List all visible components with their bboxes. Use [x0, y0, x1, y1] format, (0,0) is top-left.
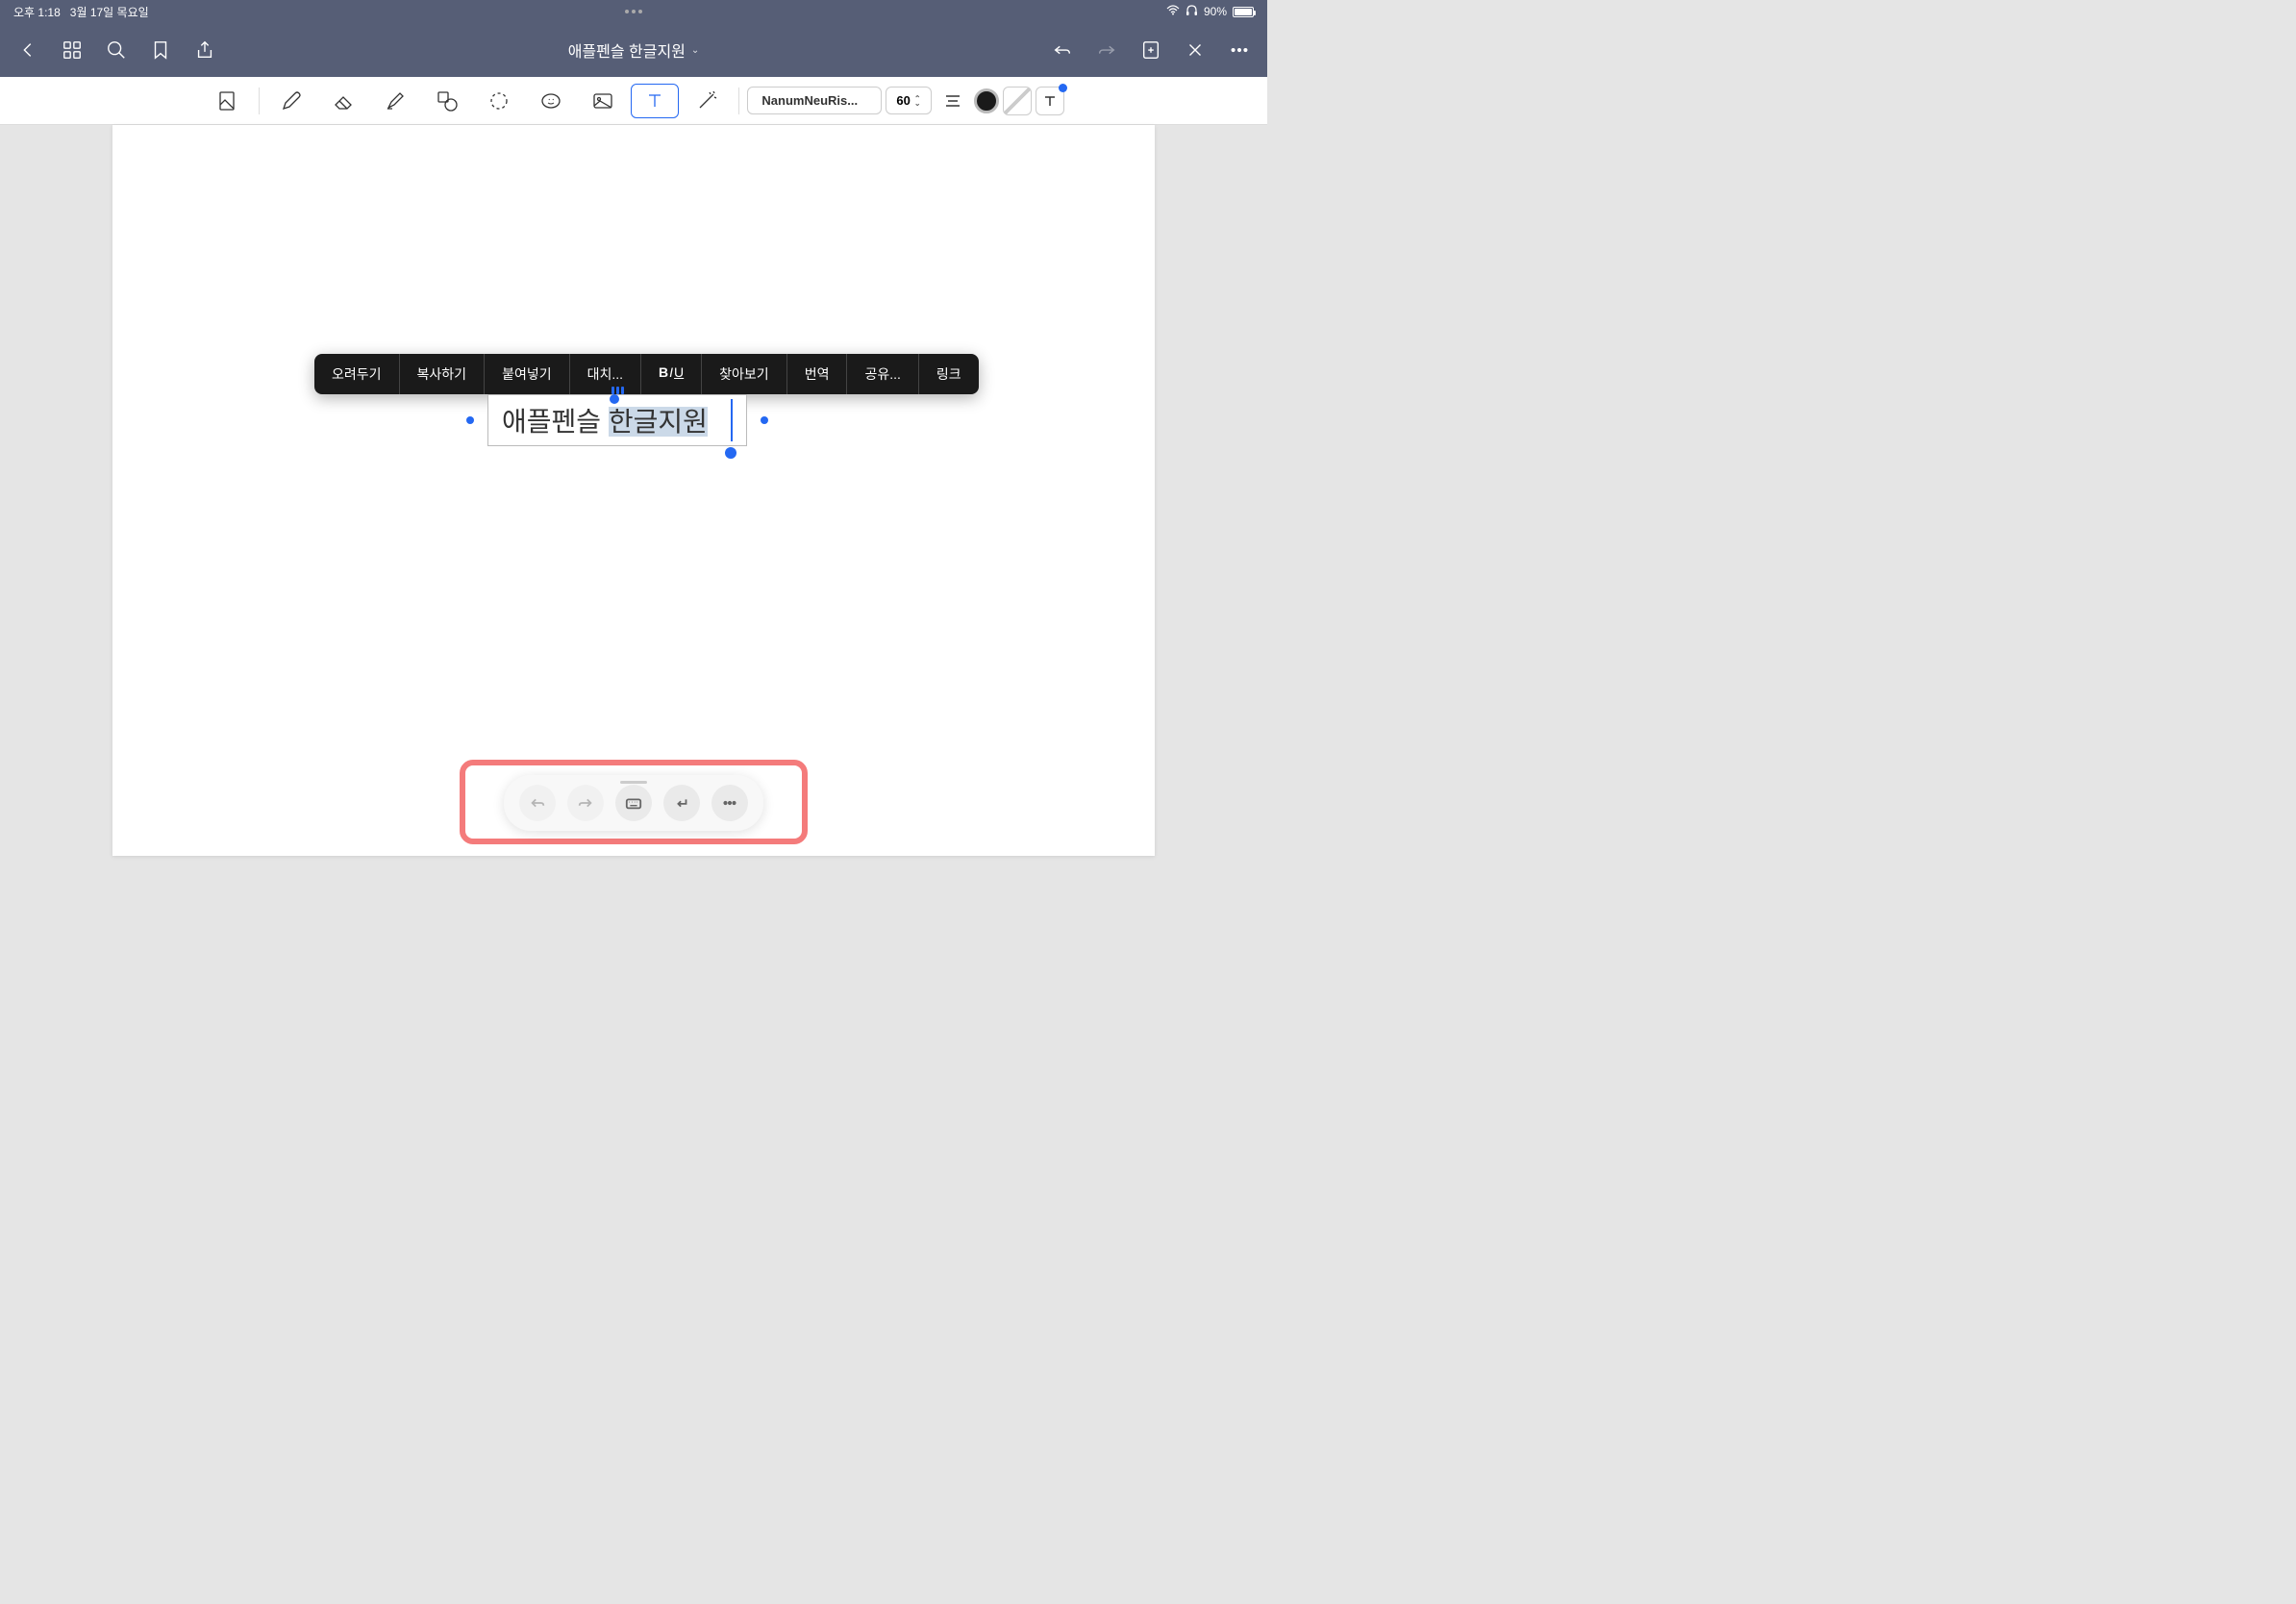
image-tool[interactable] [579, 84, 627, 118]
align-button[interactable] [936, 84, 970, 118]
multitask-dots[interactable] [625, 10, 642, 13]
grid-view-button[interactable] [62, 39, 83, 61]
canvas-area[interactable]: 오려두기 복사하기 붙여넣기 대치... BIU 찾아보기 번역 공유... 링… [0, 125, 1267, 883]
ctx-paste[interactable]: 붙여넣기 [485, 354, 570, 394]
selection-handle-end[interactable] [725, 447, 736, 459]
lasso-tool[interactable] [475, 84, 523, 118]
nav-bar: 애플펜슬 한글지원 ⌄ [0, 23, 1267, 77]
scribble-redo-button[interactable] [567, 785, 604, 821]
return-button[interactable] [663, 785, 700, 821]
scribble-toolbar[interactable] [504, 775, 763, 831]
highlighter-tool[interactable] [371, 84, 419, 118]
redo-button[interactable] [1096, 39, 1117, 61]
selection-handle-start[interactable] [610, 394, 619, 404]
divider [738, 88, 739, 114]
bg-color-swatch[interactable] [1003, 87, 1032, 115]
ctx-share[interactable]: 공유... [847, 354, 918, 394]
back-button[interactable] [17, 39, 38, 61]
add-page-button[interactable] [1140, 39, 1161, 61]
ctx-translate[interactable]: 번역 [787, 354, 848, 394]
resize-handle-right[interactable] [761, 416, 768, 424]
textbox-container[interactable]: 애플펜슬 한글지원 [487, 394, 747, 446]
search-button[interactable] [106, 39, 127, 61]
close-button[interactable] [1185, 39, 1206, 61]
wifi-icon [1166, 5, 1180, 18]
ctx-link[interactable]: 링크 [919, 354, 979, 394]
sticker-tool[interactable] [527, 84, 575, 118]
highlight-annotation [460, 760, 808, 844]
eraser-tool[interactable] [319, 84, 367, 118]
bookmark-button[interactable] [150, 39, 171, 61]
ctx-lookup[interactable]: 찾아보기 [702, 354, 787, 394]
shape-tool[interactable] [423, 84, 471, 118]
drag-handle-icon[interactable] [620, 781, 647, 784]
toolbar: NanumNeuRis... 60 ⌃⌄ [0, 77, 1267, 125]
font-select[interactable]: NanumNeuRis... [747, 87, 882, 114]
text-input[interactable]: 애플펜슬 한글지원 [487, 394, 747, 446]
context-menu: 오려두기 복사하기 붙여넣기 대치... BIU 찾아보기 번역 공유... 링… [314, 354, 979, 394]
page-setup-tool[interactable] [203, 84, 251, 118]
scribble-more-button[interactable] [711, 785, 748, 821]
battery-icon [1233, 7, 1254, 17]
status-time: 오후 1:18 [13, 4, 61, 20]
document-title[interactable]: 애플펜슬 한글지원 ⌄ [568, 38, 700, 62]
font-size-select[interactable]: 60 ⌃⌄ [886, 87, 931, 114]
magic-tool[interactable] [683, 84, 731, 118]
more-button[interactable] [1229, 39, 1250, 61]
text-selected: 한글지원 [609, 407, 708, 437]
headphones-icon [1185, 4, 1198, 19]
scribble-undo-button[interactable] [519, 785, 556, 821]
ctx-replace[interactable]: 대치... [570, 354, 641, 394]
page[interactable]: 오려두기 복사하기 붙여넣기 대치... BIU 찾아보기 번역 공유... 링… [112, 125, 1155, 856]
textbox-insert-button[interactable] [1036, 87, 1064, 115]
battery-percent: 90% [1204, 5, 1227, 18]
text-color-swatch[interactable] [974, 88, 999, 113]
undo-button[interactable] [1052, 39, 1073, 61]
share-button[interactable] [194, 39, 215, 61]
drag-handle[interactable] [608, 384, 627, 394]
chevron-down-icon: ⌄ [691, 45, 699, 56]
ctx-biu[interactable]: BIU [641, 354, 702, 394]
pen-tool[interactable] [267, 84, 315, 118]
stepper-icon: ⌃⌄ [914, 96, 921, 106]
divider [259, 88, 260, 114]
text-cursor [731, 399, 733, 441]
keyboard-button[interactable] [615, 785, 652, 821]
status-bar: 오후 1:18 3월 17일 목요일 90% [0, 0, 1267, 23]
text-tool[interactable] [631, 84, 679, 118]
ctx-cut[interactable]: 오려두기 [314, 354, 400, 394]
ctx-copy[interactable]: 복사하기 [400, 354, 486, 394]
resize-handle-left[interactable] [466, 416, 474, 424]
status-date: 3월 17일 목요일 [70, 4, 149, 20]
text-plain: 애플펜슬 [502, 407, 609, 437]
